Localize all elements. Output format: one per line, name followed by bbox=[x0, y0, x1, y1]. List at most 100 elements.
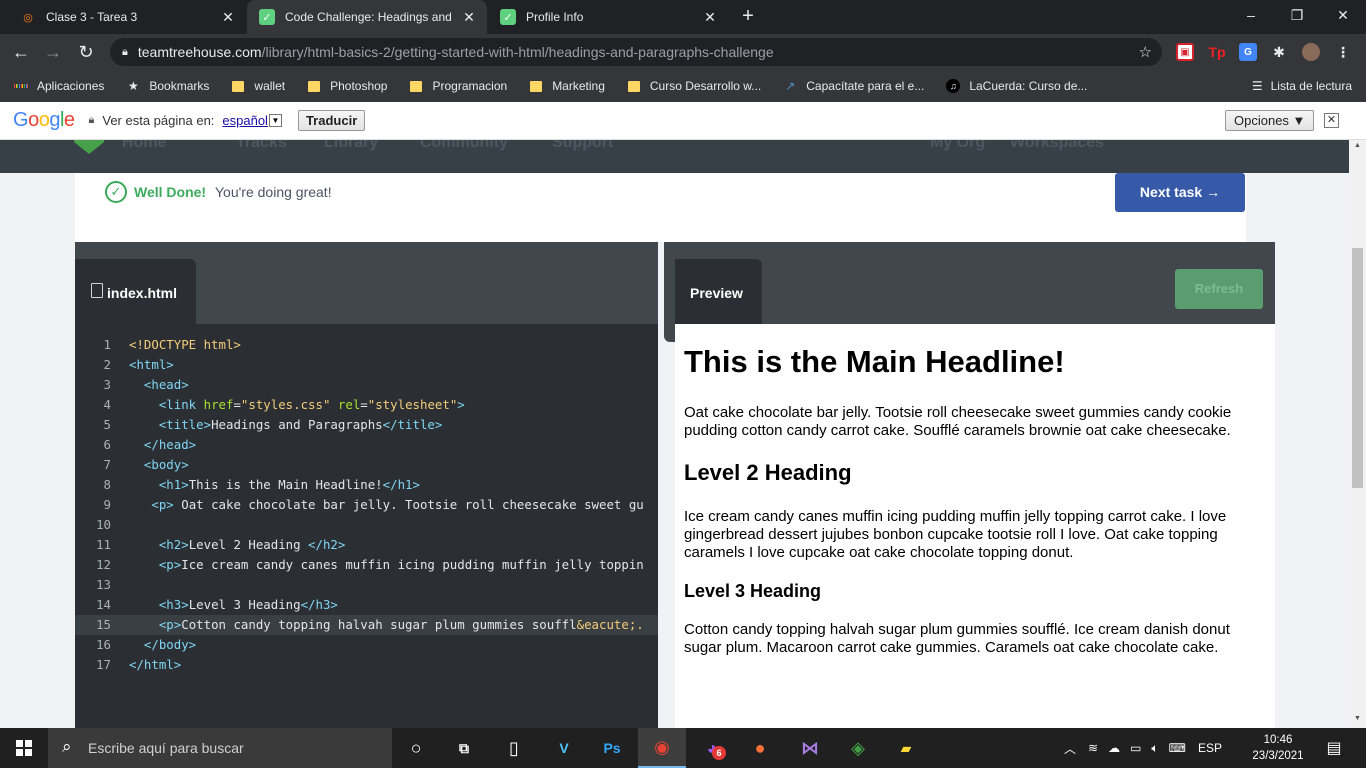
notifications-icon[interactable]: ▤ bbox=[1310, 728, 1358, 768]
bookmark-bookmarks[interactable]: ★ Bookmarks bbox=[126, 79, 209, 93]
nav-home[interactable]: Home bbox=[122, 140, 166, 152]
bookmark-label: Aplicaciones bbox=[37, 79, 105, 93]
vegas-icon[interactable]: V bbox=[540, 728, 588, 768]
preview-paragraph-2: Ice cream candy canes muffin icing puddi… bbox=[684, 508, 1227, 561]
browser-tab-strip: ◎ Clase 3 - Tarea 3 ✕ ✓ Code Challenge: … bbox=[0, 0, 1366, 34]
url-host: teamtreehouse.com bbox=[137, 44, 262, 60]
treehouse-logo[interactable] bbox=[74, 140, 104, 154]
code-editor[interactable]: index.html 1 <!DOCTYPE html> 2 <html> 3 <h… bbox=[75, 242, 658, 728]
folder-icon bbox=[529, 79, 543, 93]
translate-button[interactable]: Traducir bbox=[297, 110, 366, 131]
start-button[interactable] bbox=[0, 728, 48, 768]
bookmark-star-icon[interactable]: ☆ bbox=[1139, 43, 1152, 61]
battery-icon[interactable]: ▭ bbox=[1130, 741, 1141, 755]
bookmark-label: wallet bbox=[254, 79, 286, 93]
bookmark-programacion[interactable]: Programacion bbox=[409, 79, 507, 93]
search-placeholder: Escribe aquí para buscar bbox=[88, 740, 244, 756]
address-bar[interactable]: 🔒︎ teamtreehouse.com /library/html-basic… bbox=[110, 38, 1162, 66]
code-line: 8 <h1>This is the Main Headline!</h1> bbox=[103, 477, 420, 492]
reading-list[interactable]: ☰ Lista de lectura bbox=[1252, 70, 1352, 102]
taskbar-clock[interactable]: 10:46 23/3/2021 bbox=[1248, 732, 1308, 764]
translate-prompt: Ver esta página en: bbox=[102, 113, 215, 128]
visual-studio-icon[interactable]: ⋈ bbox=[786, 728, 834, 768]
file-tab[interactable]: index.html bbox=[75, 259, 196, 325]
menu-kebab-icon[interactable]: ⋮ bbox=[1334, 43, 1352, 61]
nav-tracks[interactable]: Tracks bbox=[236, 140, 287, 152]
close-icon[interactable]: ✕ bbox=[1324, 113, 1339, 128]
preview-h3: Level 3 Heading bbox=[684, 581, 822, 601]
chevron-down-icon[interactable]: ▼ bbox=[268, 114, 282, 127]
green-app-icon[interactable]: ◈ bbox=[834, 728, 882, 768]
code-line: 16 </body> bbox=[96, 637, 197, 652]
scroll-up-icon[interactable]: ▲ bbox=[1353, 142, 1362, 149]
minimize-button[interactable]: – bbox=[1228, 0, 1274, 32]
network-icon[interactable]: ≋ bbox=[1088, 741, 1098, 755]
language-select[interactable]: español bbox=[222, 113, 268, 128]
google-translate-icon[interactable]: G bbox=[1239, 43, 1257, 61]
preview-h2: Level 2 Heading bbox=[684, 460, 852, 485]
preview-tab[interactable]: Preview bbox=[675, 259, 762, 325]
cloud-icon[interactable]: ☁ bbox=[1108, 741, 1120, 755]
close-window-button[interactable]: ✕ bbox=[1320, 0, 1366, 32]
code-line: 14 <h3>Level 3 Heading</h3> bbox=[96, 597, 338, 612]
bookmark-lacuerda[interactable]: ♫ LaCuerda: Curso de... bbox=[946, 79, 1087, 93]
nav-community[interactable]: Community bbox=[420, 140, 508, 152]
scrollbar-thumb[interactable] bbox=[1352, 248, 1363, 488]
close-tab-icon[interactable]: ✕ bbox=[461, 9, 477, 26]
code-lines[interactable]: 1 <!DOCTYPE html> 2 <html> 3 <head> 4 <lin… bbox=[75, 335, 658, 675]
next-task-button[interactable]: Next task → bbox=[1115, 173, 1245, 212]
nav-library[interactable]: Library bbox=[324, 140, 378, 152]
language-indicator[interactable]: ESP bbox=[1198, 741, 1222, 755]
bookmark-photoshop[interactable]: Photoshop bbox=[307, 79, 387, 93]
keyboard-icon[interactable]: ⌨ bbox=[1169, 741, 1186, 755]
nav-workspaces[interactable]: Workspaces bbox=[1010, 140, 1104, 152]
code-line: 13 bbox=[96, 577, 111, 592]
tab-clase-3[interactable]: ◎ Clase 3 - Tarea 3 ✕ bbox=[8, 0, 246, 34]
bookmark-curso-desarrollo[interactable]: Curso Desarrollo w... bbox=[627, 79, 761, 93]
status-banner: ✓ Well Done! You're doing great! Next ta… bbox=[75, 173, 1246, 242]
close-tab-icon[interactable]: ✕ bbox=[220, 9, 236, 26]
folder-icon bbox=[409, 79, 423, 93]
firefox-icon[interactable]: ● bbox=[736, 728, 784, 768]
bookmark-marketing[interactable]: Marketing bbox=[529, 79, 605, 93]
page-scrollbar[interactable]: ▲ ▼ bbox=[1349, 140, 1366, 728]
options-button[interactable]: Opciones ▼ bbox=[1225, 110, 1315, 131]
cortana-icon[interactable]: ○ bbox=[392, 728, 440, 768]
taskbar-search[interactable]: ⌕ Escribe aquí para buscar bbox=[48, 728, 392, 768]
system-tray: ︿ ≋ ☁ ▭ 🔈︎ ⌨ ESP bbox=[1064, 728, 1222, 768]
profile-avatar[interactable] bbox=[1302, 43, 1320, 61]
scroll-down-icon[interactable]: ▼ bbox=[1353, 715, 1362, 722]
close-tab-icon[interactable]: ✕ bbox=[702, 9, 718, 26]
bookmark-capacitate[interactable]: ↗ Capacítate para el e... bbox=[783, 79, 924, 93]
code-line-active: 15 <p>Cotton candy topping halvah sugar … bbox=[75, 615, 658, 635]
task-view-icon[interactable]: ⧉ bbox=[440, 728, 488, 768]
file-explorer-icon[interactable]: ▰ bbox=[882, 728, 930, 768]
reload-icon[interactable]: ↻ bbox=[73, 39, 99, 65]
page-viewport: Home Tracks Library Community Support My… bbox=[0, 140, 1349, 728]
nav-my-org[interactable]: My Org bbox=[930, 140, 985, 152]
tab-profile-info[interactable]: ✓ Profile Info ✕ bbox=[488, 0, 728, 34]
bookmark-apps[interactable]: Aplicaciones bbox=[13, 79, 105, 93]
extensions-puzzle-icon[interactable]: ✱ bbox=[1270, 43, 1288, 61]
clock-time: 10:46 bbox=[1263, 734, 1293, 746]
refresh-button[interactable]: Refresh bbox=[1175, 269, 1263, 309]
tab-title: Clase 3 - Tarea 3 bbox=[46, 10, 138, 24]
tab-code-challenge[interactable]: ✓ Code Challenge: Headings and Pa ✕ bbox=[247, 0, 487, 34]
forward-arrow-icon[interactable]: → bbox=[40, 39, 66, 65]
maximize-button[interactable]: ❐ bbox=[1274, 0, 1320, 32]
new-tab-button[interactable]: + bbox=[736, 5, 760, 29]
chrome-icon[interactable]: ◉ bbox=[638, 728, 686, 768]
extension-tp-icon[interactable]: Tp bbox=[1208, 43, 1226, 61]
volume-icon[interactable]: 🔈︎ bbox=[1151, 741, 1158, 756]
notification-badge: 6 bbox=[712, 746, 726, 760]
photoshop-icon[interactable]: Ps bbox=[588, 728, 636, 768]
code-line: 3 <head> bbox=[103, 377, 189, 392]
back-arrow-icon[interactable]: ← bbox=[8, 39, 34, 65]
nav-support[interactable]: Support bbox=[552, 140, 613, 152]
chevron-up-icon[interactable]: ︿ bbox=[1064, 740, 1076, 757]
extension-icon[interactable]: ▣ bbox=[1176, 43, 1194, 61]
pane-divider[interactable] bbox=[658, 242, 675, 342]
bookmark-wallet[interactable]: wallet bbox=[231, 79, 285, 93]
notepad-icon[interactable]: ▯ bbox=[490, 728, 538, 768]
messenger-icon[interactable]: ◕ 6 bbox=[688, 728, 736, 768]
